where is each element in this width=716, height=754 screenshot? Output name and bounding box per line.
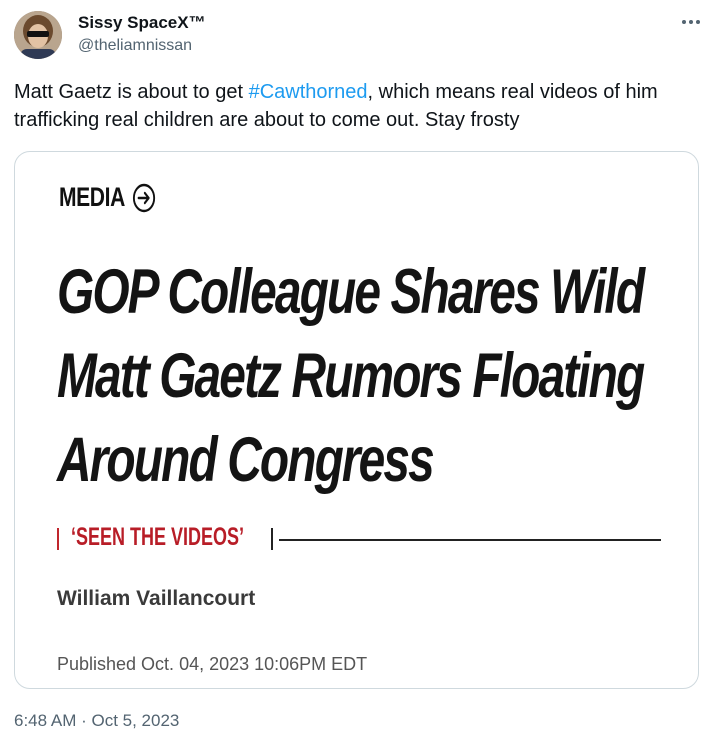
kicker-rule — [279, 539, 661, 541]
article-headline: GOP Colleague Shares Wild Matt Gaetz Rum… — [57, 250, 645, 502]
section-label: MEDIA — [59, 182, 155, 213]
avatar-image — [14, 11, 62, 59]
kicker-bar-left — [57, 528, 59, 550]
author-display-name[interactable]: Sissy SpaceX™ — [78, 13, 206, 33]
more-horizontal-icon — [682, 20, 700, 24]
author-handle[interactable]: @theliamnissan — [78, 37, 192, 55]
avatar[interactable] — [14, 11, 62, 59]
kicker-bar-right — [271, 528, 273, 550]
article-published-date: Published Oct. 04, 2023 10:06PM EDT — [57, 654, 368, 674]
tweet-text: Matt Gaetz is about to get #Cawthorned, … — [14, 78, 694, 134]
kicker-text: ‘SEEN THE VIDEOS’ — [71, 523, 245, 551]
embedded-image-card[interactable]: MEDIA GOP Colleague Shares Wild Matt Gae… — [14, 151, 699, 689]
kicker-row: ‘SEEN THE VIDEOS’ — [57, 522, 661, 552]
arrow-circle-right-icon — [132, 183, 155, 212]
more-options-button[interactable] — [676, 12, 706, 32]
tweet-text-part: Matt Gaetz is about to get — [14, 81, 249, 103]
article-author: William Vaillancourt — [57, 587, 256, 610]
headline-line: Around Congress — [57, 425, 435, 495]
headline-line: GOP Colleague Shares Wild — [57, 257, 645, 327]
headline-line: Matt Gaetz Rumors Floating — [57, 341, 645, 411]
section-label-text: MEDIA — [59, 182, 125, 212]
hashtag-link[interactable]: #Cawthorned — [249, 81, 368, 103]
tweet-timestamp[interactable]: 6:48 AM · Oct 5, 2023 — [14, 711, 179, 731]
